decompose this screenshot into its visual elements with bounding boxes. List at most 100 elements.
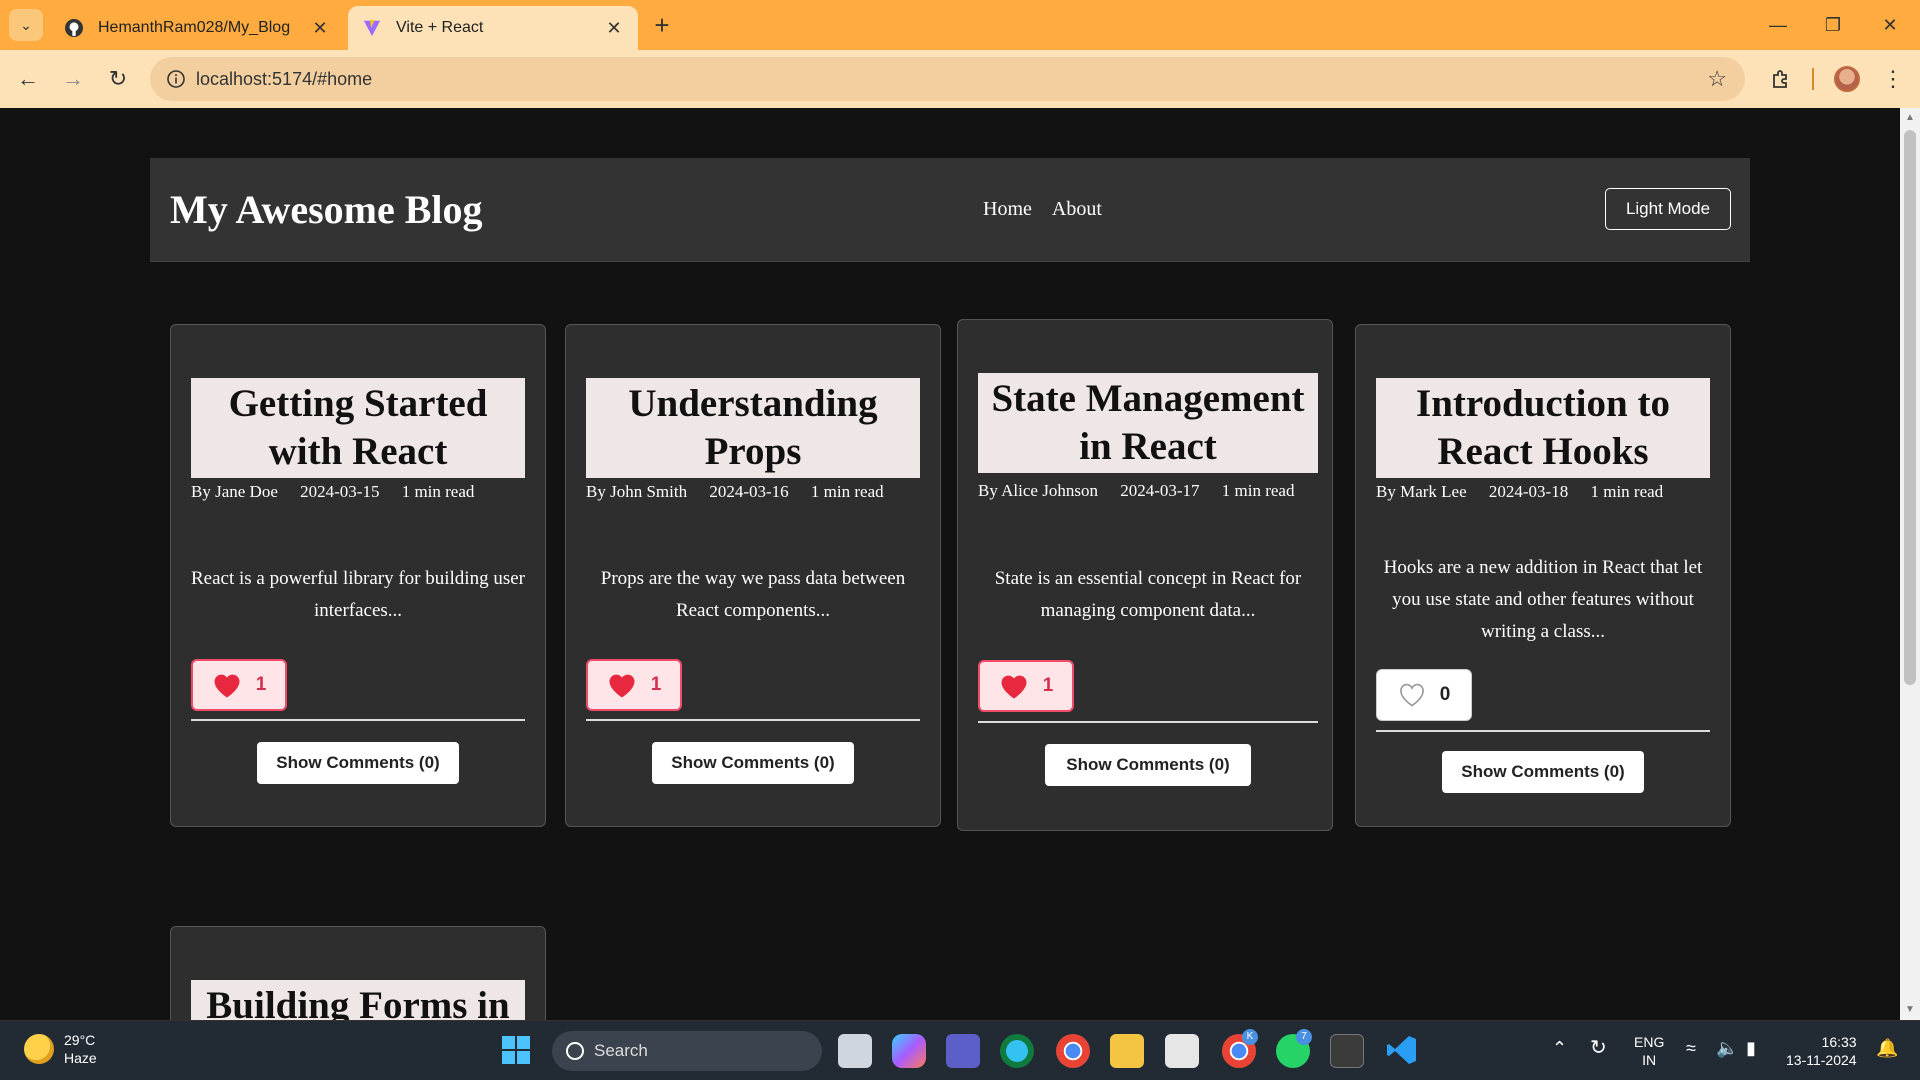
chevron-down-icon: ⌄ [20,16,32,33]
reload-icon[interactable]: ↻ [102,63,134,95]
show-comments-button[interactable]: Show Comments (0) [1045,744,1251,786]
like-button[interactable]: 1 [978,660,1074,712]
post-title[interactable]: Getting Started with React [191,378,525,478]
browser-tab-bar: ⌄ HemanthRam028/My_Blog ✕ Vite + React ✕… [0,0,1920,50]
post-title[interactable]: Understanding Props [586,378,920,478]
forward-arrow-icon[interactable]: → [57,63,89,95]
show-comments-button[interactable]: Show Comments (0) [1442,751,1644,793]
site-info-icon[interactable] [166,69,186,89]
tab-title: Vite + React [396,19,484,36]
extensions-icon[interactable] [1764,62,1798,96]
post-title[interactable]: Introduction to React Hooks [1376,378,1710,478]
bookmark-star-icon[interactable]: ☆ [1707,66,1727,92]
main-nav: Home About [983,198,1102,221]
like-count: 1 [1042,675,1054,696]
tab-search-button[interactable]: ⌄ [9,9,43,41]
clock-time: 16:33 [1821,1034,1857,1050]
teams-icon[interactable] [946,1034,980,1068]
search-placeholder: Search [594,1041,648,1060]
windows-start-icon[interactable] [500,1034,534,1068]
post-date: 2024-03-15 [300,482,380,501]
chrome-icon[interactable] [1056,1034,1090,1068]
clock[interactable]: 16:33 13-11-2024 [1786,1033,1857,1069]
like-button[interactable]: 0 [1376,669,1472,721]
heart-filled-icon [1001,675,1027,699]
windows-taskbar: 29°C Haze Search K 7 ⌃ ↻ ENG IN ≈ 🔈 ▮ 16… [0,1020,1920,1080]
heart-filled-icon [214,674,240,698]
task-view-icon[interactable] [838,1034,872,1068]
post-title[interactable]: Building Forms in [191,980,525,1020]
weather-temp: 29°C [64,1032,96,1048]
heart-filled-icon [609,674,635,698]
page-scrollbar[interactable]: ▲ ▼ [1900,108,1920,1020]
minimize-window-button[interactable]: — [1758,10,1798,40]
post-excerpt: React is a powerful library for building… [191,568,525,621]
post-read-time: 1 min read [1221,481,1295,500]
language-indicator[interactable]: ENG IN [1634,1033,1664,1069]
show-comments-button[interactable]: Show Comments (0) [257,742,459,784]
battery-icon[interactable]: ▮ [1746,1039,1756,1057]
chrome-profile-badge: K [1242,1029,1258,1045]
like-button[interactable]: 1 [586,659,682,711]
copilot-icon[interactable] [892,1034,926,1068]
show-comments-button[interactable]: Show Comments (0) [652,742,854,784]
post-card: Understanding Props By John Smith 2024-0… [565,324,941,827]
heart-outline-icon [1399,683,1424,707]
post-meta: By Jane Doe 2024-03-15 1 min read [191,482,492,502]
address-bar[interactable]: localhost:5174/#home ☆ [150,57,1745,101]
post-title[interactable]: State Management in React [978,373,1318,473]
post-author: By Alice Johnson [978,481,1098,500]
like-button[interactable]: 1 [191,659,287,711]
language-code: ENG [1634,1034,1665,1050]
post-excerpt: Hooks are a new addition in React that l… [1383,557,1703,642]
theme-toggle-button[interactable]: Light Mode [1605,188,1731,230]
scroll-up-arrow-icon[interactable]: ▲ [1904,112,1916,124]
profile-avatar[interactable] [1830,62,1864,96]
taskbar-search[interactable]: Search [552,1031,822,1071]
vscode-icon[interactable] [1386,1034,1420,1068]
volume-icon[interactable]: 🔈 [1716,1039,1738,1057]
post-date: 2024-03-18 [1488,482,1569,501]
vite-icon [362,18,382,38]
close-tab-icon[interactable]: ✕ [604,18,624,39]
scrollbar-thumb[interactable] [1904,130,1916,685]
scroll-down-arrow-icon[interactable]: ▼ [1904,1004,1916,1016]
browser-menu-icon[interactable]: ⋮ [1876,62,1910,96]
clock-date: 13-11-2024 [1786,1052,1857,1068]
post-author: By John Smith [586,482,688,501]
post-meta: By Alice Johnson 2024-03-17 1 min read [978,481,1312,501]
card-divider [978,721,1318,723]
close-window-button[interactable]: ✕ [1870,10,1910,40]
post-author: By Mark Lee [1376,482,1467,501]
post-read-time: 1 min read [810,482,884,501]
whatsapp-badge: 7 [1296,1029,1312,1045]
browser-toolbar: ← → ↻ localhost:5174/#home ☆ ⋮ [0,50,1920,108]
new-tab-button[interactable]: + [648,12,676,40]
wifi-icon[interactable]: ≈ [1686,1039,1696,1057]
site-title: My Awesome Blog [170,187,483,232]
nav-about-link[interactable]: About [1052,198,1102,221]
post-date: 2024-03-17 [1120,481,1200,500]
post-card: Introduction to React Hooks By Mark Lee … [1355,324,1731,827]
post-author: By Jane Doe [191,482,278,501]
weather-desc: Haze [64,1050,97,1066]
edge-icon[interactable] [1000,1034,1034,1068]
close-tab-icon[interactable]: ✕ [310,18,330,39]
tab-github[interactable]: HemanthRam028/My_Blog ✕ [50,6,344,50]
post-card: Getting Started with React By Jane Doe 2… [170,324,546,827]
terminal-icon[interactable] [1330,1034,1364,1068]
restore-window-button[interactable]: ❐ [1813,10,1853,40]
notification-bell-icon[interactable]: 🔔 [1876,1039,1898,1057]
card-divider [586,719,920,721]
tab-vite-react[interactable]: Vite + React ✕ [348,6,638,50]
file-explorer-icon[interactable] [1110,1034,1144,1068]
sync-icon[interactable]: ↻ [1590,1038,1607,1058]
nav-home-link[interactable]: Home [983,198,1032,221]
back-arrow-icon[interactable]: ← [12,63,44,95]
microsoft-store-icon[interactable] [1165,1034,1199,1068]
search-icon [566,1042,584,1060]
post-card: Building Forms in [170,926,546,1020]
site-header: My Awesome Blog Home About Light Mode [150,158,1750,262]
weather-widget[interactable]: 29°C Haze [24,1031,97,1067]
chevron-up-icon[interactable]: ⌃ [1552,1039,1567,1057]
